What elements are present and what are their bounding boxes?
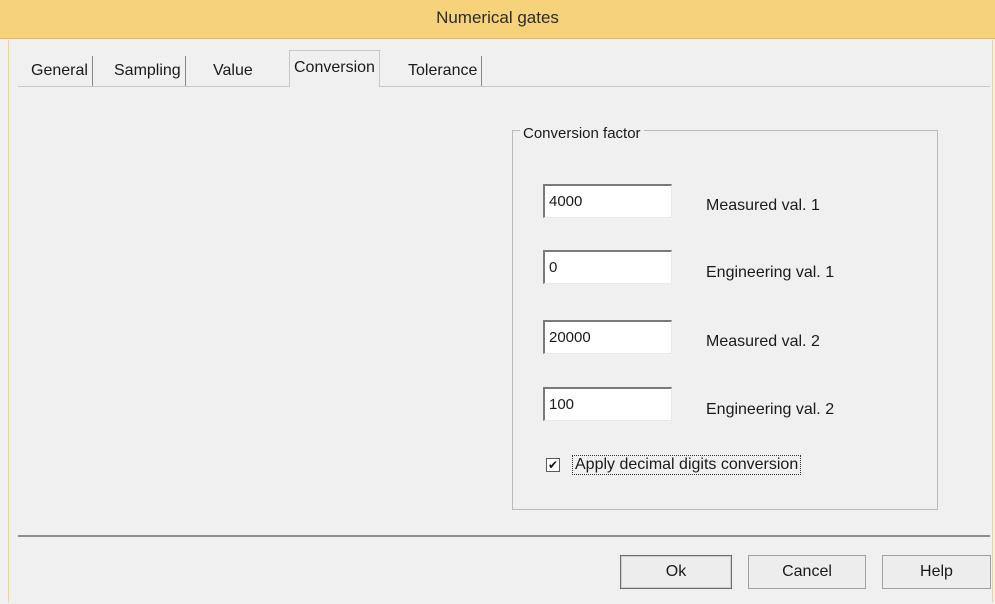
- engineering-val-2-input[interactable]: [543, 387, 672, 421]
- tab-conversion[interactable]: Conversion: [289, 50, 380, 87]
- group-title: Conversion factor: [520, 125, 644, 142]
- measured-val-1-label: Measured val. 1: [706, 197, 820, 214]
- help-button[interactable]: Help: [882, 555, 991, 589]
- window-title: Numerical gates: [436, 8, 559, 27]
- tab-general[interactable]: General: [27, 56, 93, 86]
- dialog-window: Numerical gates General Sampling Value C…: [0, 0, 995, 604]
- measured-val-2-input[interactable]: [543, 320, 672, 354]
- measured-val-2-label: Measured val. 2: [706, 333, 820, 350]
- tab-tolerance[interactable]: Tolerance: [404, 56, 483, 86]
- title-bar[interactable]: Numerical gates: [0, 0, 995, 39]
- ok-button[interactable]: Ok: [620, 555, 732, 589]
- tab-sampling[interactable]: Sampling: [110, 56, 186, 86]
- decimal-digits-checkbox[interactable]: ✔: [546, 458, 560, 472]
- engineering-val-2-label: Engineering val. 2: [706, 401, 835, 418]
- measured-val-1-input[interactable]: [543, 184, 672, 218]
- decimal-digits-checkbox-label[interactable]: Apply decimal digits conversion: [572, 455, 802, 475]
- tab-value[interactable]: Value: [209, 56, 257, 86]
- engineering-val-1-input[interactable]: [543, 250, 672, 284]
- cancel-button[interactable]: Cancel: [748, 555, 866, 589]
- engineering-val-1-label: Engineering val. 1: [706, 264, 835, 281]
